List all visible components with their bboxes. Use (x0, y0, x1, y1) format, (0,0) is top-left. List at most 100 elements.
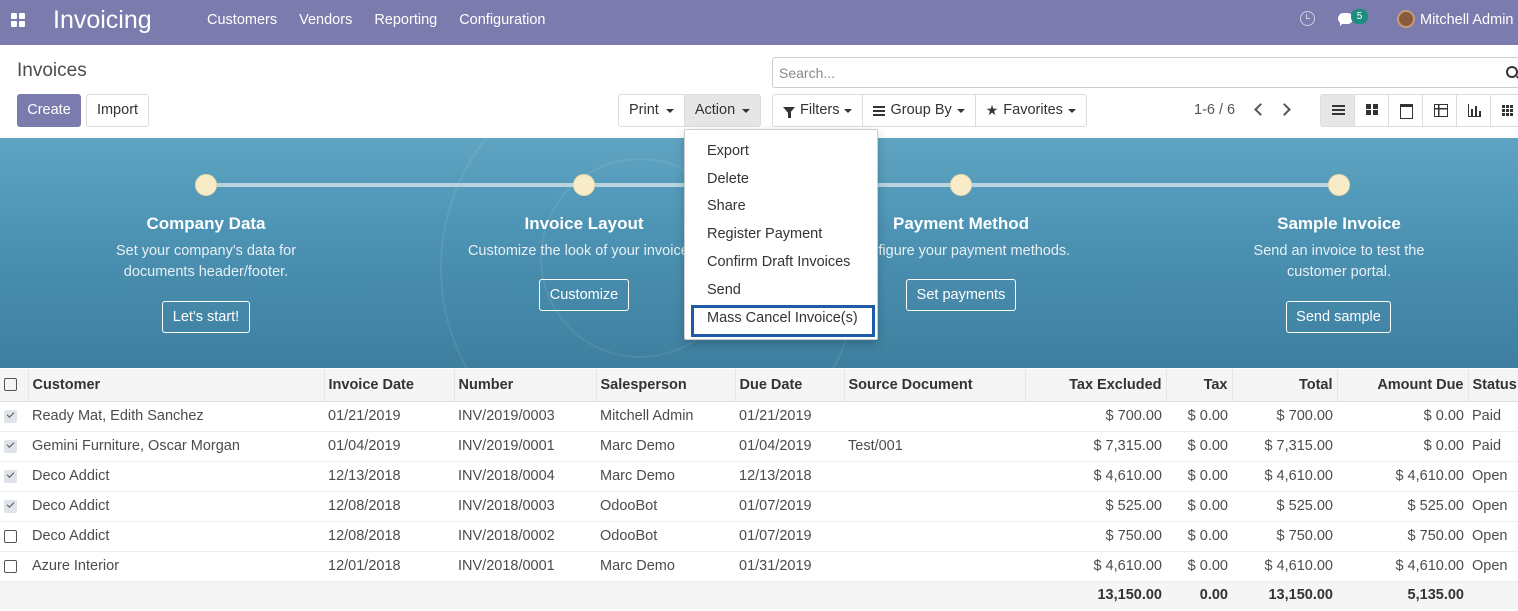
cell-invoice-date: 01/04/2019 (324, 431, 454, 462)
menu-item-register-payment[interactable]: Register Payment (707, 226, 822, 242)
user-avatar[interactable] (1397, 10, 1415, 28)
set-payments-button[interactable]: Set payments (906, 279, 1016, 311)
create-button[interactable]: Create (17, 94, 81, 127)
cell-invoice-date: 12/01/2018 (324, 551, 454, 582)
col-invoice-date[interactable]: Invoice Date (324, 369, 455, 402)
table-row[interactable]: Deco Addict 12/08/2018 INV/2018/0003 OdooBo… (0, 491, 1518, 522)
totals-empty (0, 581, 28, 609)
select-all-cell (0, 369, 29, 402)
table-row[interactable]: Deco Addict 12/13/2018 INV/2018/0004 Marc D… (0, 461, 1518, 492)
row-checkbox[interactable] (4, 559, 17, 573)
cell-due-date: 01/07/2019 (735, 491, 844, 522)
step-desc-layout: Customize the look of your invoices. (467, 243, 701, 259)
cell-salesperson: OdooBot (596, 521, 735, 552)
row-checkbox[interactable] (4, 409, 17, 423)
step-desc-payment: Configure your payment methods. (851, 243, 1071, 259)
cell-due-date: 12/13/2018 (735, 461, 844, 492)
cell-source-document (844, 521, 1025, 552)
kanban-view-icon[interactable] (1355, 95, 1389, 126)
table-row[interactable]: Gemini Furniture, Oscar Morgan 01/04/2019… (0, 431, 1518, 462)
groupby-label: Group By (890, 102, 952, 118)
menu-configuration[interactable]: Configuration (459, 12, 545, 28)
cell-tax: $ 0.00 (1166, 461, 1232, 492)
star-icon: ★ (985, 102, 999, 118)
totals-row: 13,150.00 0.00 13,150.00 5,135.00 (0, 581, 1518, 609)
col-amount-due[interactable]: Amount Due (1337, 369, 1469, 402)
cell-salesperson: Marc Demo (596, 551, 735, 582)
favorites-button[interactable]: ★ Favorites (976, 95, 1086, 126)
cell-customer: Deco Addict (28, 461, 324, 492)
grid-view-icon[interactable] (1491, 95, 1518, 126)
print-label: Print (629, 102, 659, 118)
row-checkbox[interactable] (4, 439, 17, 453)
activity-clock-icon[interactable] (1300, 11, 1315, 26)
cell-tax-excluded: $ 750.00 (1025, 521, 1166, 552)
table-row[interactable]: Ready Mat, Edith Sanchez 01/21/2019 INV/20… (0, 401, 1518, 432)
app-brand[interactable]: Invoicing (53, 6, 152, 35)
list-view-icon[interactable] (1321, 95, 1355, 126)
customize-button[interactable]: Customize (539, 279, 629, 311)
col-salesperson[interactable]: Salesperson (596, 369, 736, 402)
pager-value[interactable]: 1-6 / 6 (1194, 102, 1235, 118)
menu-vendors[interactable]: Vendors (299, 12, 352, 28)
chat-badge: 5 (1351, 9, 1368, 24)
col-source-document[interactable]: Source Document (844, 369, 1026, 402)
graph-view-icon[interactable] (1457, 95, 1491, 126)
groupby-button[interactable]: Group By (863, 95, 976, 126)
user-menu[interactable]: Mitchell Admin (1420, 12, 1513, 28)
col-tax-excluded[interactable]: Tax Excluded (1025, 369, 1167, 402)
row-checkbox[interactable] (4, 529, 17, 543)
cell-amount-due: $ 0.00 (1337, 401, 1468, 432)
calendar-view-icon[interactable] (1389, 95, 1423, 126)
lets-start-button[interactable]: Let's start! (162, 301, 250, 333)
caret-down-icon (844, 108, 853, 113)
step-desc-sample: Send an invoice to test the customer por… (1253, 243, 1425, 280)
filters-button[interactable]: Filters (773, 95, 864, 126)
col-tax[interactable]: Tax (1166, 369, 1233, 402)
table-row[interactable]: Azure Interior 12/01/2018 INV/2018/0001 Mar… (0, 551, 1518, 582)
totals-empty (324, 581, 454, 609)
col-customer[interactable]: Customer (28, 369, 325, 402)
menu-customers[interactable]: Customers (207, 12, 277, 28)
total-tax-excluded: 13,150.00 (1025, 581, 1166, 609)
search-icon[interactable] (1506, 66, 1518, 78)
row-select-cell (0, 401, 28, 432)
pager-next-icon[interactable] (1278, 103, 1291, 116)
cell-total: $ 700.00 (1232, 401, 1337, 432)
cell-total: $ 750.00 (1232, 521, 1337, 552)
menu-item-share[interactable]: Share (707, 198, 746, 214)
cell-customer: Azure Interior (28, 551, 324, 582)
col-due-date[interactable]: Due Date (735, 369, 845, 402)
menu-item-export[interactable]: Export (707, 143, 749, 159)
apps-menu-icon[interactable] (11, 13, 25, 27)
row-checkbox[interactable] (4, 469, 17, 483)
pivot-view-icon[interactable] (1423, 95, 1457, 126)
search-input[interactable] (779, 65, 1479, 81)
action-button[interactable]: Action (684, 95, 761, 126)
step-title-sample: Sample Invoice (1277, 214, 1401, 233)
cell-source-document (844, 551, 1025, 582)
search-options-group: Filters Group By ★ Favorites (772, 94, 1087, 127)
table-row[interactable]: Deco Addict 12/08/2018 INV/2018/0002 OdooBo… (0, 521, 1518, 552)
step-title-company: Company Data (146, 214, 266, 233)
send-sample-button[interactable]: Send sample (1286, 301, 1391, 333)
import-button[interactable]: Import (86, 94, 149, 127)
cell-source-document (844, 461, 1025, 492)
menu-item-send[interactable]: Send (707, 282, 741, 298)
filter-icon (783, 107, 795, 118)
menu-item-delete[interactable]: Delete (707, 171, 749, 187)
col-total[interactable]: Total (1232, 369, 1338, 402)
col-number[interactable]: Number (454, 369, 597, 402)
print-button[interactable]: Print (619, 95, 685, 126)
menu-item-confirm-draft[interactable]: Confirm Draft Invoices (707, 254, 850, 270)
cell-tax-excluded: $ 7,315.00 (1025, 431, 1166, 462)
cell-tax: $ 0.00 (1166, 551, 1232, 582)
col-status[interactable]: Status (1468, 369, 1518, 402)
highlight-box (691, 305, 875, 337)
menu-reporting[interactable]: Reporting (374, 12, 437, 28)
row-checkbox[interactable] (4, 499, 17, 513)
step-dot (950, 174, 972, 196)
cell-tax-excluded: $ 4,610.00 (1025, 551, 1166, 582)
pager-previous-icon[interactable] (1254, 103, 1267, 116)
select-all-checkbox[interactable] (4, 378, 17, 392)
